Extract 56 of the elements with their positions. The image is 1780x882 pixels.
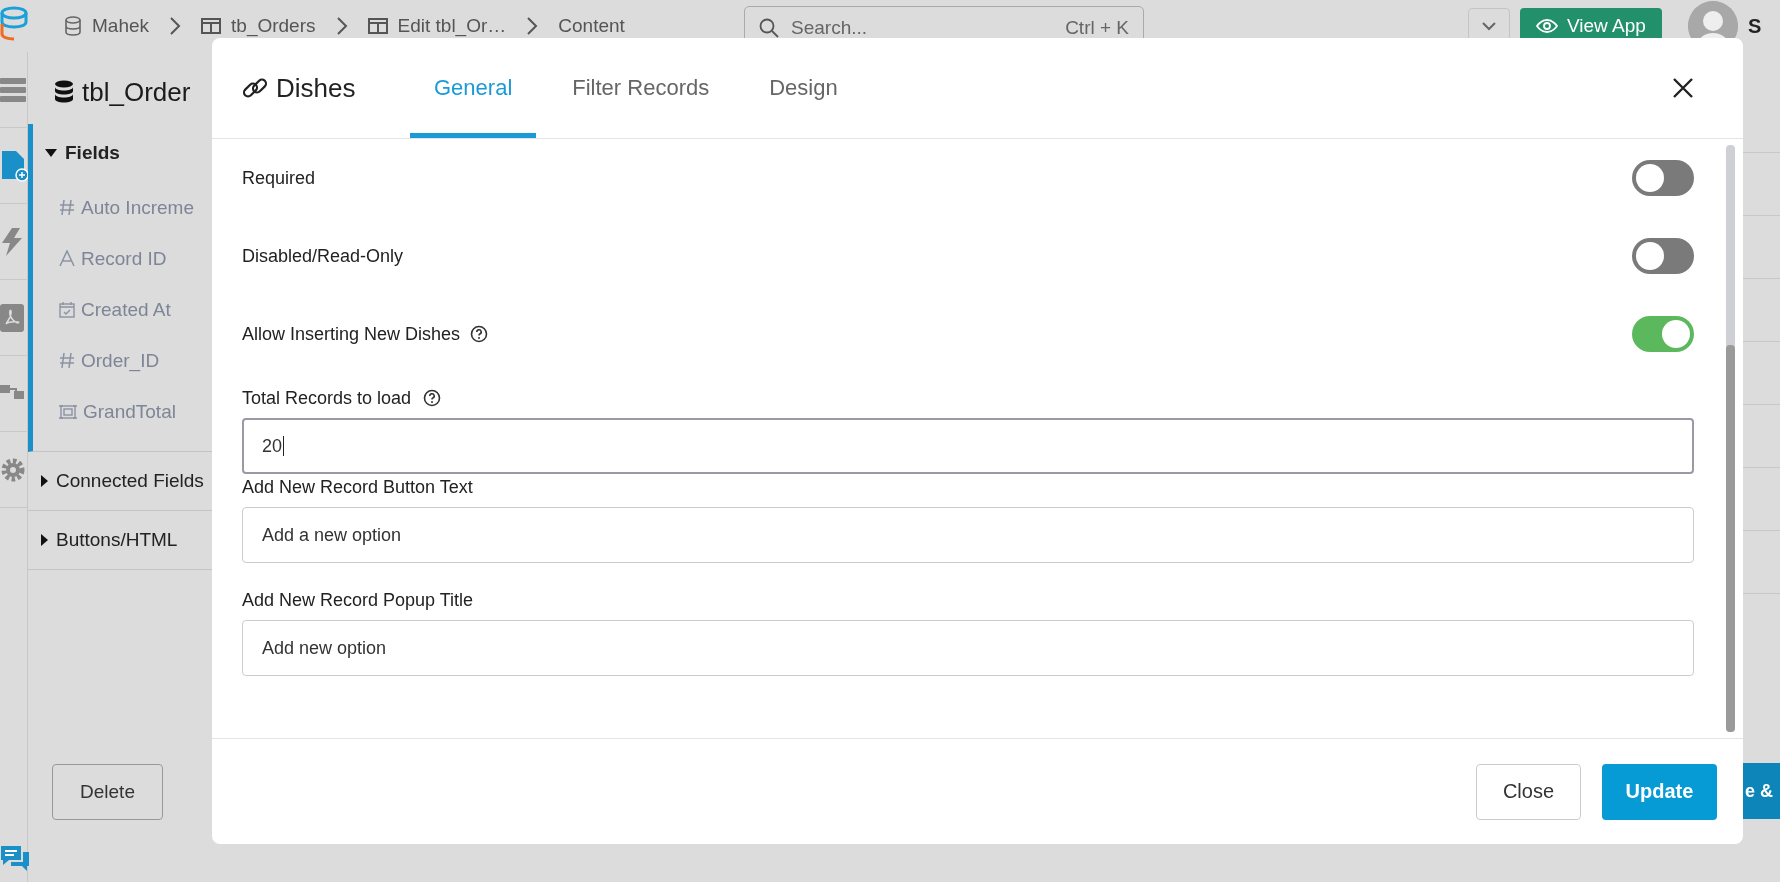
- shortcut-hint: Ctrl + K: [1065, 17, 1129, 39]
- hash-icon: [59, 352, 75, 369]
- table-title: tbl_Order: [82, 76, 191, 108]
- field-label: Add New Record Popup Title: [242, 589, 474, 611]
- section-header[interactable]: Fields: [33, 124, 212, 182]
- calendar-icon: [59, 301, 75, 318]
- section-header[interactable]: Buttons/HTML: [28, 511, 212, 569]
- help-icon[interactable]: [423, 389, 442, 407]
- search-icon: [759, 18, 779, 38]
- dialog-title: Dishes: [276, 72, 356, 104]
- eye-icon: [1536, 19, 1558, 33]
- setting-label: Required: [242, 167, 316, 189]
- letter-icon: [59, 250, 75, 267]
- pdf-icon[interactable]: [0, 303, 24, 332]
- text-field[interactable]: 20: [242, 418, 1694, 474]
- caret-right-icon: [41, 475, 48, 487]
- breadcrumb-link[interactable]: Mahek: [64, 15, 150, 37]
- setting-label: Allow Inserting New Dishes: [242, 323, 461, 345]
- database-icon: [64, 16, 82, 36]
- update-button[interactable]: Update: [1602, 763, 1717, 820]
- user-initial: S: [1747, 14, 1762, 38]
- help-icon[interactable]: [470, 325, 489, 343]
- document-icon[interactable]: [0, 148, 28, 183]
- chevron-right-icon: [526, 16, 539, 36]
- toggle-switch[interactable]: [1632, 316, 1694, 352]
- close-icon[interactable]: [1673, 78, 1693, 98]
- text-field[interactable]: Add a new option: [242, 507, 1694, 563]
- breadcrumb-link[interactable]: Edit tbl_Or…: [367, 15, 507, 37]
- delete-button[interactable]: Delete: [52, 764, 163, 820]
- setting-label: Disabled/Read-Only: [242, 245, 404, 267]
- chevron-right-icon: [335, 16, 348, 36]
- chevron-right-icon: [169, 16, 182, 36]
- toggle-switch[interactable]: [1632, 160, 1694, 196]
- field-item[interactable]: GrandTotal: [33, 386, 212, 437]
- hash-icon: [59, 199, 75, 216]
- settings-icon[interactable]: [0, 456, 26, 483]
- field-label: Add New Record Button Text: [242, 476, 473, 498]
- scrollbar[interactable]: [1726, 145, 1735, 732]
- breadcrumb-link[interactable]: Content: [558, 15, 625, 37]
- breadcrumb-link[interactable]: tb_Orders: [201, 15, 316, 37]
- table-icon: [367, 18, 388, 34]
- tab[interactable]: General: [410, 38, 537, 138]
- section-header[interactable]: Connected Fields: [28, 452, 212, 510]
- caret-right-icon: [41, 534, 48, 546]
- table-icon: [201, 18, 222, 34]
- text-field[interactable]: Add new option: [242, 620, 1694, 676]
- caret-down-icon: [45, 149, 57, 157]
- field-label: Total Records to load: [242, 387, 412, 409]
- tab[interactable]: Filter Records: [548, 38, 734, 138]
- close-button[interactable]: Close: [1476, 763, 1581, 820]
- frame-icon: [59, 403, 77, 420]
- chevron-down-icon: [1482, 21, 1496, 31]
- database-icon: [54, 80, 74, 104]
- save-button[interactable]: e &: [1743, 763, 1780, 819]
- toggle-switch[interactable]: [1632, 238, 1694, 274]
- list-icon[interactable]: [0, 75, 26, 104]
